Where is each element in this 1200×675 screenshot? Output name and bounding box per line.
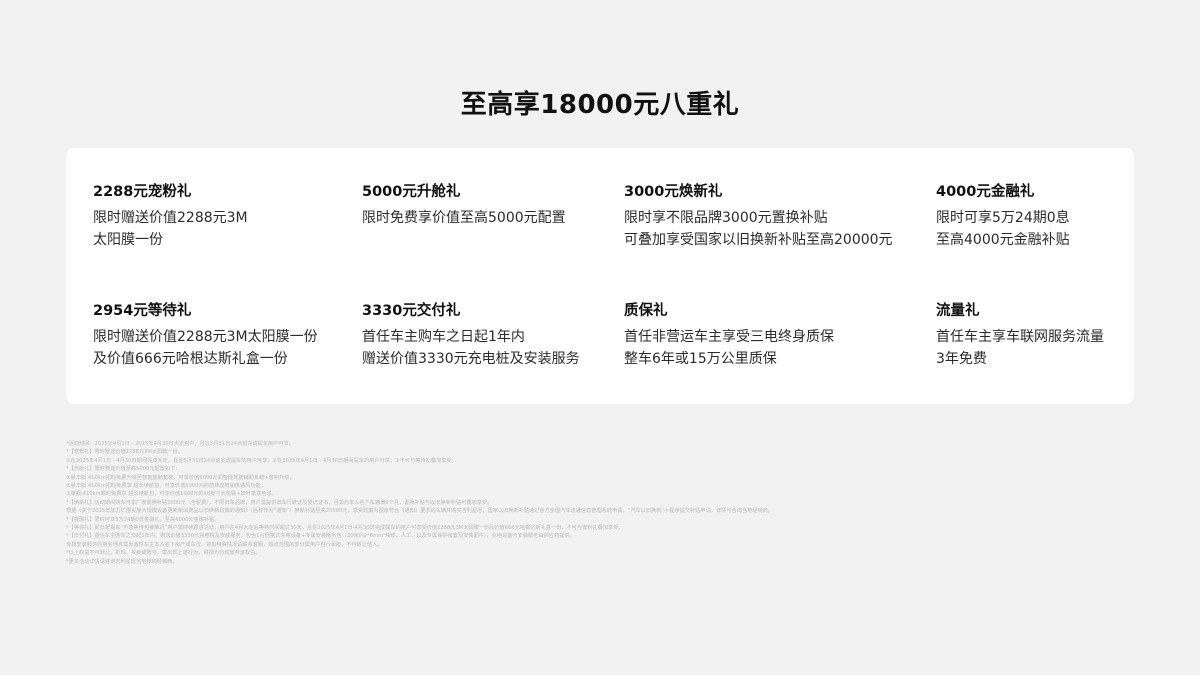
footnote-line: *【宠粉礼】限时赠送价值2288元3M太阳膜一份。	[66, 449, 183, 456]
footnote-line: ③旗舰 410km限时免费享 超长续航包，可享价值1000元的18英寸大轮毂+四…	[66, 491, 277, 498]
gift-desc-line: 限时享不限品牌3000元置换补贴	[624, 210, 828, 226]
gift-desc-line: 整车6年或15万公里质保	[624, 351, 777, 367]
footnote-line: ①豪华版 410km限时免费升级至智能座舱套装，可享价值5000元的智能驾驶辅助…	[66, 474, 295, 481]
gift-item-delivery: 3330元交付礼 首任车主购车之日起1年内 赠送价值3330元充电桩及安装服务	[362, 301, 662, 370]
gift-desc-line: 可叠加享受国家以旧换新补贴至高20000元	[624, 232, 893, 248]
gift-desc-line: 首任车主购车之日起1年内	[362, 329, 525, 345]
footnote-line: 根据《关于2025年加力扩围实施大规模设备更新和消费品以旧换新政策的通知》（后称…	[66, 508, 774, 515]
gift-title: 3330元交付礼	[362, 303, 461, 319]
gift-item-data-traffic: 流量礼 首任车主享车联网服务流量 3年免费	[936, 301, 1200, 370]
gift-desc-line: 首任非营运车主享受三电终身质保	[624, 329, 834, 345]
footnote-line: *【金融礼】限时可享5万24期0息金融礼，至高4000元金融补贴。	[66, 516, 220, 523]
gift-desc-line: 及价值666元哈根达斯礼盒一份	[93, 351, 288, 367]
footnote-line: *【升舱礼】限时赠送价值至高5000元配置如下：	[66, 466, 181, 473]
gift-title: 2288元宠粉礼	[93, 184, 192, 200]
footnote-line: *活动时间：2025年4月1日 - 2025年4月30日大定用户，且在5月31日…	[66, 441, 294, 447]
gift-desc-line: 限时可享5万24期0息	[936, 210, 1070, 226]
gift-title: 2954元等待礼	[93, 303, 192, 319]
gift-desc-line: 3年免费	[936, 351, 987, 367]
footnote-line: ②豪华版 410km限时免费享 超长续航包，可享价值5000元的前排座椅加热通风…	[66, 483, 266, 490]
gift-item-pet-fan: 2288元宠粉礼 限时赠送价值2288元3M 太阳膜一份	[93, 182, 393, 251]
footnote-line: *【交付礼】首任车主购车之日起1年内，赠送价值3330元充电桩及安装服务，包含1…	[66, 533, 575, 540]
footnote-line: ①在2025年4月1日 - 4月30日期间完成大定，且在5月31日24点前完成提…	[66, 457, 457, 464]
gift-title: 4000元金融礼	[936, 184, 1035, 200]
footnote-line: 专属安装服务的服务地点需为首任车主本人名下房产或车位，如有特殊情况请联系客服，超…	[66, 541, 383, 548]
gift-title: 流量礼	[936, 303, 980, 319]
gift-desc-line: 赠送价值3330元充电桩及安装服务	[362, 351, 580, 367]
footnote-line: *【等待礼】即日起提车“不急等待包被推迟”用户需持续跟进活动，用户在4月大定后等…	[66, 525, 624, 532]
gift-item-waiting: 2954元等待礼 限时赠送价值2288元3M太阳膜一份 及价值666元哈根达斯礼…	[93, 301, 393, 370]
gift-desc-line: 限时赠送价值2288元3M太阳膜一份	[93, 329, 318, 345]
gift-title: 质保礼	[624, 303, 668, 319]
gift-desc-line: 限时免费享价值至高5000元配置	[362, 210, 566, 226]
gift-title: 5000元升舱礼	[362, 184, 461, 200]
page-title: 至高享18000元八重礼	[460, 90, 740, 120]
gift-item-trade-in: 3000元焕新礼 限时享不限品牌3000元置换补贴 可叠加享受国家以旧换新补贴至…	[624, 182, 924, 251]
footnote-line: *以上权益不可转让，折现，买卖或赠与，需出现上述行为，将视为自动放弃该权益。	[66, 550, 261, 557]
gift-desc-line: 太阳膜一份	[93, 232, 163, 248]
gift-desc-line: 首任车主享车联网服务流量	[936, 329, 1104, 345]
gift-card: 2288元宠粉礼 限时赠送价值2288元3M 太阳膜一份 5000元升舱礼 限时…	[66, 148, 1134, 404]
gift-desc-line: 至高4000元金融补贴	[936, 232, 1070, 248]
footnote-line: *更多活动详情请咨询吉利星愿当地授权经销商。	[66, 558, 178, 565]
gift-title: 3000元焕新礼	[624, 184, 723, 200]
gift-item-upgrade: 5000元升舱礼 限时免费享价值至高5000元配置	[362, 182, 662, 229]
gift-desc-line: 限时赠送价值2288元3M	[93, 210, 248, 226]
footnote-line: *【焕新礼】活动期间购车可享厂家置换补贴3000元（含税费），不限旧车品牌，用户…	[66, 499, 493, 506]
gift-item-finance: 4000元金融礼 限时可享5万24期0息 至高4000元金融补贴	[936, 182, 1200, 251]
gift-item-warranty: 质保礼 首任非营运车主享受三电终身质保 整车6年或15万公里质保	[624, 301, 924, 370]
footnotes: *活动时间：2025年4月1日 - 2025年4月30日大定用户，且在5月31日…	[66, 440, 1134, 566]
